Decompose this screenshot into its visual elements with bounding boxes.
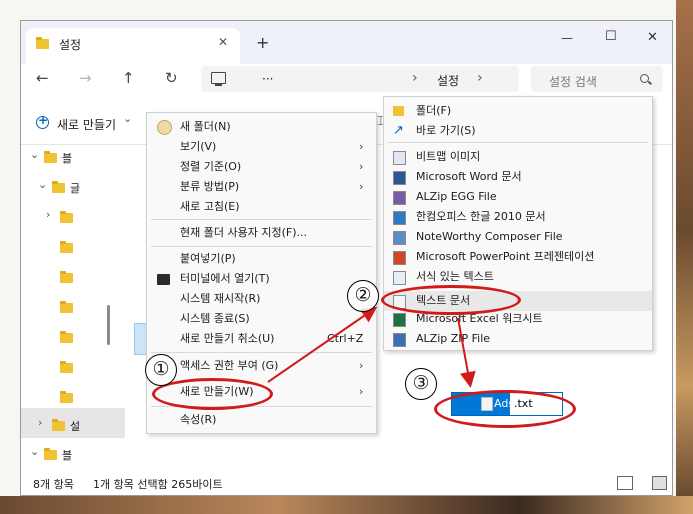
tiles-view-icon[interactable] bbox=[652, 476, 667, 490]
arrow-step2-to-step3 bbox=[457, 317, 476, 388]
step-number-1: ① bbox=[145, 354, 177, 386]
annotation-arrows bbox=[267, 306, 476, 388]
details-view-icon[interactable] bbox=[617, 476, 633, 490]
step-number-3: ③ bbox=[405, 368, 437, 400]
status-selection: 1개 항목 선택함 265바이트 bbox=[93, 478, 223, 491]
arrow-step1-to-step2 bbox=[267, 306, 378, 383]
step-number-2: ② bbox=[347, 280, 379, 312]
status-item-count: 8개 항목 bbox=[33, 478, 74, 491]
